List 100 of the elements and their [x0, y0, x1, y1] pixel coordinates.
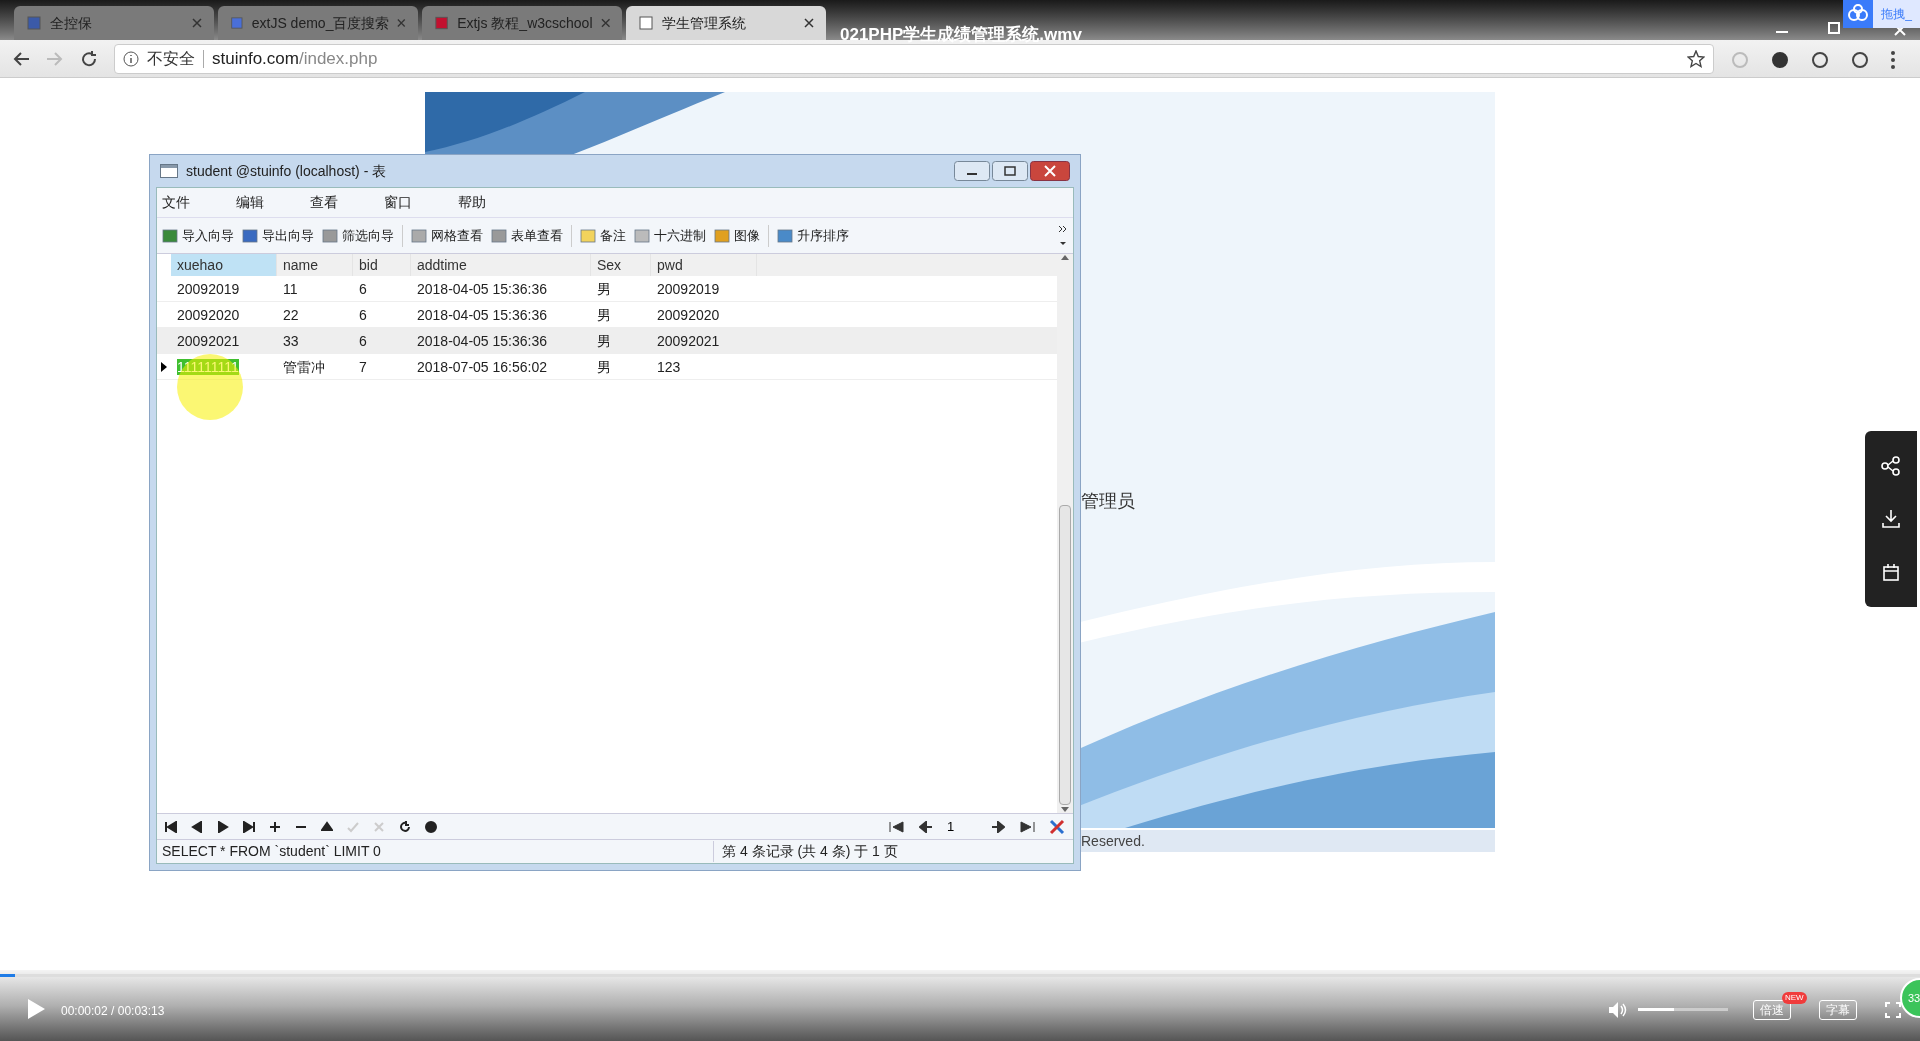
filter-icon	[322, 227, 338, 244]
refresh-icon[interactable]	[399, 820, 411, 833]
minimize-icon[interactable]	[954, 161, 990, 181]
last-page-icon[interactable]	[1019, 820, 1035, 833]
table-cell: 20092020	[177, 306, 240, 323]
cloud-icon	[1843, 0, 1874, 28]
page-number: 1	[947, 817, 956, 836]
extension-icon[interactable]	[1850, 50, 1870, 70]
back-icon[interactable]	[12, 50, 30, 67]
close-icon[interactable]	[1030, 161, 1070, 181]
table-cell: 6	[359, 280, 367, 297]
browser-tab[interactable]: Extjs 教程_w3cschool	[422, 6, 622, 40]
toolbar-button[interactable]: 筛选向导	[322, 225, 394, 246]
scrollbar[interactable]	[1057, 254, 1073, 813]
next-icon[interactable]	[217, 820, 229, 833]
table-cell: 男	[597, 280, 611, 297]
scroll-up-icon[interactable]	[1061, 254, 1069, 262]
volume-track[interactable]	[1638, 1008, 1728, 1011]
status-records: 第 4 条记录 (共 4 条) 于 1 页	[713, 841, 1073, 862]
address-bar[interactable]: 不安全 stuinfo.com/index.php	[114, 43, 1714, 74]
toolbar-button[interactable]: 网格查看	[411, 225, 483, 246]
add-icon[interactable]	[269, 820, 281, 833]
more-icon[interactable]	[1058, 223, 1068, 248]
row-pointer-icon	[161, 361, 167, 372]
table-cell: 2018-04-05 15:36:36	[417, 306, 547, 323]
table-cell: 男	[597, 306, 611, 323]
toolbar-button[interactable]: 导入向导	[162, 225, 234, 246]
share-icon[interactable]	[1881, 455, 1901, 476]
info-icon	[123, 50, 139, 67]
viewer-badge: 33	[1900, 978, 1920, 1018]
stop-icon[interactable]	[425, 820, 437, 833]
sort-icon	[777, 227, 793, 244]
close-icon[interactable]	[804, 18, 814, 28]
memo-icon	[580, 227, 596, 244]
column-header[interactable]: xuehao	[171, 254, 277, 276]
fullscreen-icon[interactable]	[1885, 1002, 1901, 1018]
table-cell: 22	[283, 306, 299, 323]
time-display: 00:00:02 / 00:03:13	[61, 1003, 165, 1020]
hex-icon	[634, 227, 650, 244]
page-icon	[26, 15, 42, 31]
table-cell: 20092019	[177, 280, 240, 297]
page-icon	[434, 15, 450, 31]
volume-icon[interactable]	[1608, 1001, 1628, 1019]
up-icon[interactable]	[321, 820, 333, 833]
url-text: stuinfo.com/index.php	[212, 47, 378, 70]
last-icon[interactable]	[243, 820, 255, 833]
video-title: 021PHP学生成绩管理系统.wmv	[840, 24, 1082, 46]
table-cell: 20092021	[177, 332, 240, 349]
toolbar-button[interactable]: 图像	[714, 225, 760, 246]
table-cell: 7	[359, 358, 367, 375]
table-cell: 6	[359, 306, 367, 323]
browser-tab[interactable]: 学生管理系统	[626, 6, 826, 40]
download-icon[interactable]	[1881, 509, 1901, 529]
first-page-icon[interactable]	[889, 820, 905, 833]
menu-item[interactable]: 文件	[162, 192, 190, 213]
page-icon	[638, 15, 654, 31]
new-badge: NEW	[1782, 992, 1807, 1004]
reload-icon[interactable]	[80, 49, 98, 68]
toolbar-button[interactable]: 备注	[580, 225, 626, 246]
tab-label: Extjs 教程_w3cschool	[457, 13, 593, 33]
prev-page-icon[interactable]	[919, 820, 933, 833]
menu-item[interactable]: 窗口	[384, 192, 412, 213]
import-icon	[162, 227, 178, 244]
browser-tab[interactable]: extJS demo_百度搜索	[218, 6, 418, 40]
play-icon[interactable]	[26, 998, 46, 1020]
table-cell: 20092021	[657, 332, 720, 349]
star-icon[interactable]	[1687, 49, 1705, 68]
prev-icon[interactable]	[191, 820, 203, 833]
toolbar-button[interactable]: 升序排序	[777, 225, 849, 246]
menu-item[interactable]: 编辑	[236, 192, 264, 213]
tools-icon[interactable]	[1049, 818, 1065, 835]
window-title: student @stuinfo (localhost) - 表	[186, 161, 388, 181]
extension-icon[interactable]	[1810, 50, 1830, 70]
table-row[interactable]: 20092021 33 6 2018-04-05 15:36:36 男 20092021	[157, 328, 1057, 354]
extension-icon[interactable]	[1770, 50, 1790, 70]
table-cell: 20092020	[657, 306, 720, 323]
maximize-icon[interactable]	[992, 161, 1028, 181]
table-cell: 男	[597, 332, 611, 349]
next-page-icon[interactable]	[991, 820, 1005, 833]
tab-label: 全控保	[50, 13, 93, 33]
table-icon	[160, 164, 178, 178]
table-cell: 6	[359, 332, 367, 349]
menu-item[interactable]: 帮助	[458, 192, 486, 213]
toolbar-button[interactable]: 导出向导	[242, 225, 314, 246]
browser-tab[interactable]: 全控保	[14, 6, 214, 40]
status-sql: SELECT * FROM `student` LIMIT 0	[161, 842, 382, 861]
security-label: 不安全	[147, 48, 195, 69]
first-icon[interactable]	[165, 820, 177, 833]
table-cell: 33	[283, 332, 299, 349]
footer-text: Reserved.	[1081, 832, 1145, 851]
check-icon[interactable]	[347, 820, 359, 833]
toolbar-button[interactable]: 表单查看	[491, 225, 563, 246]
toolbar-button[interactable]: 十六进制	[634, 225, 706, 246]
menu-item[interactable]: 查看	[310, 192, 338, 213]
table-cell: 2018-07-05 16:56:02	[417, 358, 547, 375]
tab-label: extJS demo_百度搜索	[251, 13, 390, 33]
menu-icon[interactable]	[1890, 50, 1896, 70]
page-icon	[230, 15, 244, 31]
grid-icon	[411, 227, 427, 244]
form-icon	[491, 227, 507, 244]
